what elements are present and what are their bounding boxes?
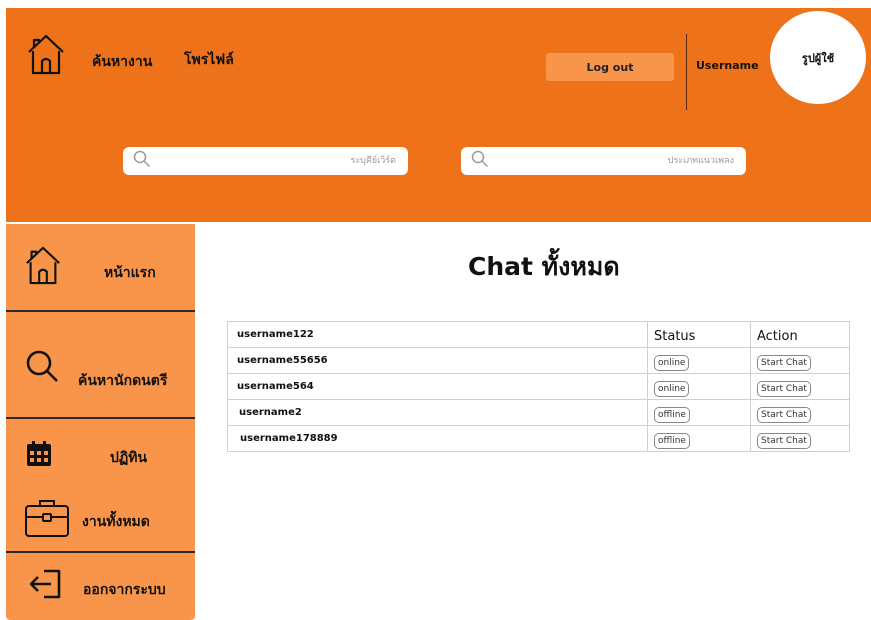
start-chat-button[interactable]: Start Chat (757, 433, 811, 449)
table-row: username2 offline Start Chat (227, 399, 850, 426)
nav-find-jobs[interactable]: ค้นหางาน (92, 51, 152, 73)
sidebar-item-label: ค้นหานักดนตรี (78, 373, 168, 389)
sidebar-item-label: งานทั้งหมด (82, 514, 150, 530)
search-icon (471, 150, 489, 172)
start-chat-button[interactable]: Start Chat (757, 381, 811, 397)
chat-table: username122 Status Action username55656 … (227, 321, 850, 452)
keyword-search-input[interactable] (151, 155, 398, 167)
sidebar-item-label: ปฏิทิน (110, 450, 148, 466)
search-icon (25, 349, 59, 387)
table-header-row: username122 Status Action (227, 321, 850, 348)
calendar-icon (26, 441, 52, 471)
sidebar-item-calendar[interactable]: ปฏิทิน (6, 419, 195, 489)
table-cell-user: username564 (227, 373, 648, 400)
username-label: Username (696, 59, 759, 72)
genre-search-box (461, 147, 746, 175)
nav-profile[interactable]: โพรไฟล์ (184, 49, 234, 71)
genre-search-input[interactable] (489, 155, 736, 167)
logout-button[interactable]: Log out (546, 53, 674, 81)
table-cell-user: username55656 (227, 347, 648, 374)
status-badge: offline (654, 407, 690, 423)
table-cell-user: username178889 (227, 425, 648, 452)
sidebar-item-all-jobs[interactable]: งานทั้งหมด (6, 489, 195, 551)
header-bar: ค้นหางาน โพรไฟล์ Log out Username รูปผู้… (6, 8, 871, 222)
table-row: username178889 offline Start Chat (227, 425, 850, 452)
briefcase-icon (24, 497, 70, 543)
status-column-header: Status (654, 329, 696, 344)
sidebar: หน้าแรก ค้นหานักดนตรี ปฏิทิน งานทั้งหมด … (6, 224, 195, 620)
search-icon (133, 150, 151, 172)
table-row: username55656 online Start Chat (227, 347, 850, 374)
avatar[interactable]: รูปผู้ใช้ (770, 11, 866, 104)
status-badge: online (654, 355, 690, 371)
keyword-search-box (123, 147, 408, 175)
status-badge: offline (654, 433, 690, 449)
table-row: username564 online Start Chat (227, 373, 850, 400)
action-column-header: Action (757, 329, 798, 344)
sidebar-item-find-musician[interactable]: ค้นหานักดนตรี (6, 312, 195, 417)
start-chat-button[interactable]: Start Chat (757, 407, 811, 423)
avatar-label: รูปผู้ใช้ (801, 51, 835, 65)
home-icon[interactable] (25, 32, 67, 80)
logout-icon (28, 569, 62, 603)
table-cell-user: username2 (227, 399, 648, 426)
start-chat-button[interactable]: Start Chat (757, 355, 811, 371)
page-title: Chat ทั้งหมด (468, 252, 620, 281)
sidebar-item-label: ออกจากระบบ (83, 582, 166, 598)
home-icon (23, 244, 63, 290)
header-divider (686, 34, 687, 110)
status-badge: online (654, 381, 690, 397)
table-cell-user: username122 (227, 321, 648, 348)
sidebar-item-label: หน้าแรก (104, 265, 156, 281)
sidebar-item-home[interactable]: หน้าแรก (6, 224, 195, 310)
sidebar-item-logout[interactable]: ออกจากระบบ (6, 553, 195, 620)
